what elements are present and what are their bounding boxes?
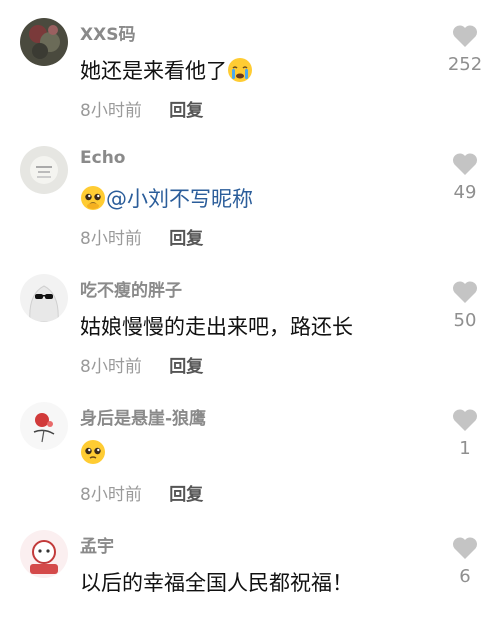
username[interactable]: 吃不瘦的胖子 [80, 276, 182, 301]
comment-meta: 8小时前 回复 [80, 224, 203, 249]
comment-meta: 8小时前 回复 [80, 480, 203, 505]
like-button[interactable]: 49 [430, 152, 500, 203]
heart-icon [452, 537, 478, 559]
timestamp: 8小时前 [80, 229, 142, 249]
like-button[interactable]: 50 [430, 280, 500, 331]
mention-link[interactable]: @小刘不写昵称 [106, 183, 253, 213]
comment-body: 她还是来看他了 [80, 59, 227, 83]
reply-button[interactable]: 回复 [169, 101, 203, 121]
comment-text: 以后的幸福全国人民都祝福！ [80, 567, 353, 597]
comment-item: 身后是悬崖-狼鹰 8小时前 回复 1 [0, 384, 500, 510]
timestamp: 8小时前 [80, 485, 142, 505]
username[interactable]: 身后是悬崖-狼鹰 [80, 404, 206, 429]
like-count: 49 [453, 182, 477, 203]
like-count: 252 [447, 54, 483, 75]
like-count: 50 [453, 310, 477, 331]
avatar[interactable] [20, 146, 68, 194]
comment-item: 吃不瘦的胖子 姑娘慢慢的走出来吧，路还长 8小时前 回复 50 [0, 256, 500, 382]
comment-body: 以后的幸福全国人民都祝福！ [80, 571, 353, 595]
like-count: 6 [459, 566, 471, 587]
reply-button[interactable]: 回复 [169, 229, 203, 249]
comment-text: 她还是来看他了 [80, 55, 253, 85]
username[interactable]: Echo [80, 148, 125, 168]
comment-item: Echo @小刘不写昵称 8小时前 回复 49 [0, 128, 500, 254]
pleading-face-emoji [80, 185, 106, 211]
like-button[interactable]: 1 [430, 408, 500, 459]
reply-button[interactable]: 回复 [169, 485, 203, 505]
username[interactable]: 孟宇 [80, 532, 114, 557]
comment-text: 姑娘慢慢的走出来吧，路还长 [80, 311, 353, 341]
username[interactable]: XXS码 [80, 20, 135, 45]
comment-item: 孟宇 以后的幸福全国人民都祝福！ 6 [0, 512, 500, 638]
comment-body: 姑娘慢慢的走出来吧，路还长 [80, 315, 353, 339]
avatar[interactable] [20, 274, 68, 322]
like-button[interactable]: 252 [430, 24, 500, 75]
heart-icon [452, 281, 478, 303]
heart-icon [452, 25, 478, 47]
comment-meta: 8小时前 回复 [80, 96, 203, 121]
like-button[interactable]: 6 [430, 536, 500, 587]
heart-icon [452, 409, 478, 431]
heart-icon [452, 153, 478, 175]
comment-text [80, 439, 106, 465]
avatar[interactable] [20, 402, 68, 450]
avatar[interactable] [20, 530, 68, 578]
reply-button[interactable]: 回复 [169, 357, 203, 377]
timestamp: 8小时前 [80, 101, 142, 121]
pleading-face-emoji [80, 439, 106, 465]
timestamp: 8小时前 [80, 357, 142, 377]
comment-text: @小刘不写昵称 [80, 183, 253, 213]
like-count: 1 [459, 438, 471, 459]
crying-face-emoji [227, 57, 253, 83]
avatar[interactable] [20, 18, 68, 66]
comment-meta: 8小时前 回复 [80, 352, 203, 377]
comment-list: XXS码 她还是来看他了 8小时前 回复 252 Echo @小刘不写昵称 8小… [0, 0, 500, 602]
comment-item: XXS码 她还是来看他了 8小时前 回复 252 [0, 0, 500, 126]
